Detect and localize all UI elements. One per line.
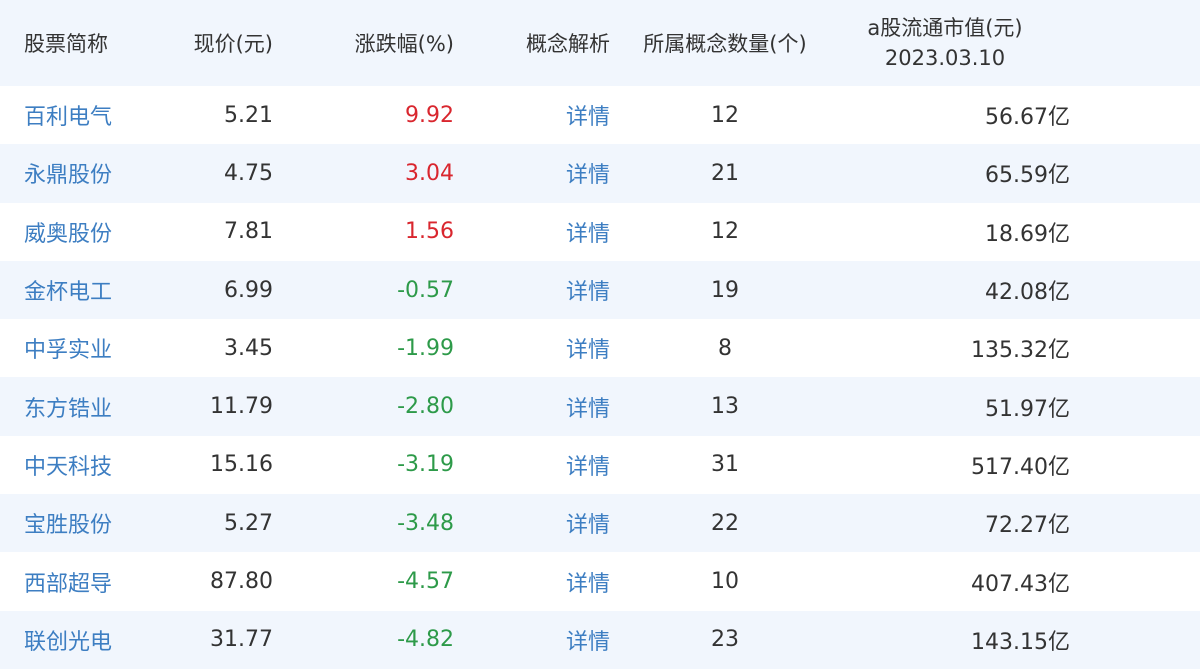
change-value: -2.80 <box>397 394 454 420</box>
table-row: 中孚实业 3.45 -1.99 详情 8 135.32亿 <box>0 319 1200 378</box>
table-header: 股票简称 现价(元) 涨跌幅(%) 概念解析 所属概念数量(个) a股流通市值(… <box>0 0 1200 86</box>
header-cap-date: 2023.03.10 <box>884 46 1006 70</box>
market-cap-value: 51.97亿 <box>985 396 1070 422</box>
header-detail: 概念解析 <box>526 32 610 56</box>
detail-link[interactable]: 详情 <box>454 566 610 598</box>
price-value: 87.80 <box>210 569 273 595</box>
detail-link[interactable]: 详情 <box>454 449 610 481</box>
detail-link[interactable]: 详情 <box>454 507 610 539</box>
change-value: 1.56 <box>405 219 454 245</box>
header-cap: a股流通市值(元) 2023.03.10 <box>780 13 1110 73</box>
table-row: 百利电气 5.21 9.92 详情 12 56.67亿 <box>0 86 1200 145</box>
detail-link[interactable]: 详情 <box>454 332 610 364</box>
change-value: -3.19 <box>397 452 454 478</box>
concept-count: 8 <box>718 335 732 361</box>
price-value: 5.27 <box>224 510 273 536</box>
market-cap-value: 407.43亿 <box>971 571 1070 597</box>
stock-name-link[interactable]: 中天科技 <box>0 449 160 481</box>
detail-link[interactable]: 详情 <box>454 157 610 189</box>
detail-link[interactable]: 详情 <box>454 99 610 131</box>
change-value: 3.04 <box>405 160 454 186</box>
market-cap-value: 517.40亿 <box>971 454 1070 480</box>
change-value: -0.57 <box>397 277 454 303</box>
header-change: 涨跌幅(%) <box>354 32 454 56</box>
concept-count: 12 <box>711 219 739 245</box>
stock-name-link[interactable]: 中孚实业 <box>0 332 160 364</box>
price-value: 3.45 <box>224 335 273 361</box>
concept-count: 21 <box>711 160 739 186</box>
change-value: -4.82 <box>397 627 454 653</box>
detail-link[interactable]: 详情 <box>454 274 610 306</box>
detail-link[interactable]: 详情 <box>454 391 610 423</box>
concept-count: 19 <box>711 277 739 303</box>
change-value: -4.57 <box>397 569 454 595</box>
price-value: 7.81 <box>224 219 273 245</box>
detail-link[interactable]: 详情 <box>454 216 610 248</box>
stock-name-link[interactable]: 金杯电工 <box>0 274 160 306</box>
stock-table: 股票简称 现价(元) 涨跌幅(%) 概念解析 所属概念数量(个) a股流通市值(… <box>0 0 1200 669</box>
market-cap-value: 18.69亿 <box>985 221 1070 247</box>
price-value: 31.77 <box>210 627 273 653</box>
table-row: 宝胜股份 5.27 -3.48 详情 22 72.27亿 <box>0 494 1200 553</box>
stock-name-link[interactable]: 百利电气 <box>0 99 160 131</box>
table-row: 金杯电工 6.99 -0.57 详情 19 42.08亿 <box>0 260 1200 320</box>
market-cap-value: 65.59亿 <box>985 163 1070 189</box>
table-row: 永鼎股份 4.75 3.04 详情 21 65.59亿 <box>0 144 1200 203</box>
stock-name-link[interactable]: 西部超导 <box>0 566 160 598</box>
table-row: 威奥股份 7.81 1.56 详情 12 18.69亿 <box>0 202 1200 261</box>
stock-name-link[interactable]: 永鼎股份 <box>0 157 160 189</box>
market-cap-value: 135.32亿 <box>971 338 1070 364</box>
stock-name-link[interactable]: 威奥股份 <box>0 216 160 248</box>
change-value: -3.48 <box>397 510 454 536</box>
header-cap-title: a股流通市值(元) <box>867 16 1023 40</box>
concept-count: 23 <box>711 627 739 653</box>
price-value: 5.21 <box>224 102 273 128</box>
table-row: 西部超导 87.80 -4.57 详情 10 407.43亿 <box>0 552 1200 611</box>
market-cap-value: 143.15亿 <box>971 629 1070 655</box>
concept-count: 22 <box>711 510 739 536</box>
price-value: 11.79 <box>210 394 273 420</box>
market-cap-value: 72.27亿 <box>985 513 1070 539</box>
market-cap-value: 42.08亿 <box>985 280 1070 306</box>
concept-count: 13 <box>711 394 739 420</box>
header-price: 现价(元) <box>193 32 273 56</box>
table-row: 联创光电 31.77 -4.82 详情 23 143.15亿 <box>0 610 1200 669</box>
price-value: 15.16 <box>210 452 273 478</box>
stock-name-link[interactable]: 东方锆业 <box>0 391 160 423</box>
concept-count: 12 <box>711 102 739 128</box>
header-name: 股票简称 <box>24 32 108 56</box>
concept-count: 10 <box>711 569 739 595</box>
concept-count: 31 <box>711 452 739 478</box>
change-value: 9.92 <box>405 102 454 128</box>
table-row: 东方锆业 11.79 -2.80 详情 13 51.97亿 <box>0 377 1200 436</box>
change-value: -1.99 <box>397 335 454 361</box>
stock-name-link[interactable]: 宝胜股份 <box>0 507 160 539</box>
price-value: 6.99 <box>224 277 273 303</box>
stock-name-link[interactable]: 联创光电 <box>0 624 160 656</box>
market-cap-value: 56.67亿 <box>985 105 1070 131</box>
table-row: 中天科技 15.16 -3.19 详情 31 517.40亿 <box>0 435 1200 495</box>
price-value: 4.75 <box>224 160 273 186</box>
detail-link[interactable]: 详情 <box>454 624 610 656</box>
